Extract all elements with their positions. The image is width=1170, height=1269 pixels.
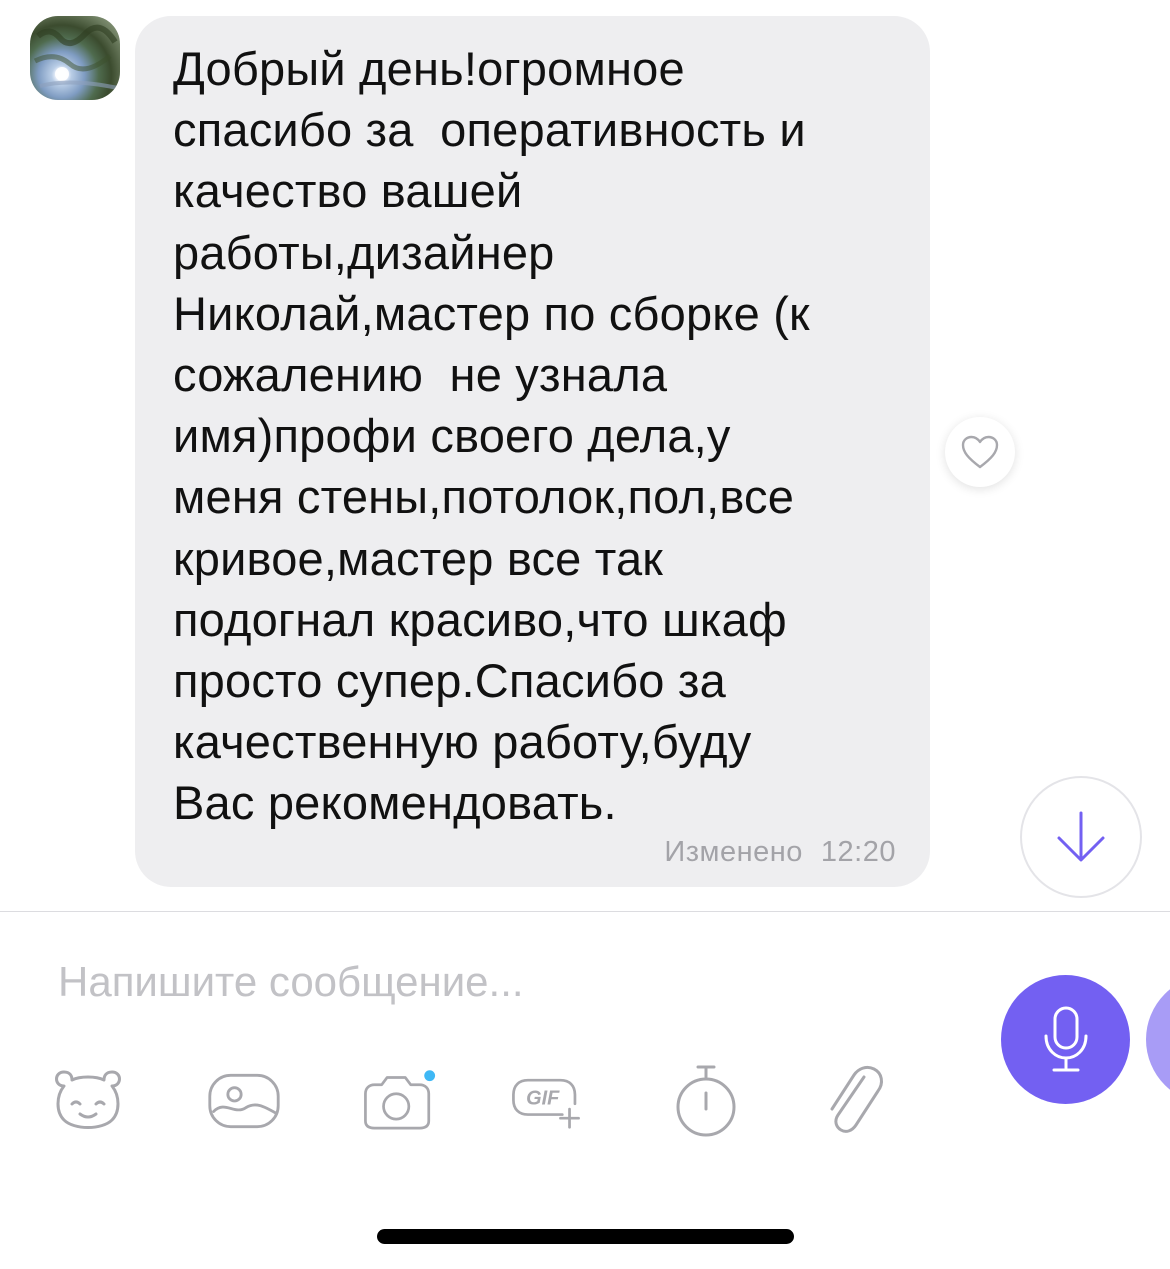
message-meta: Изменено 12:20 bbox=[664, 836, 896, 869]
gallery-icon bbox=[208, 1073, 280, 1129]
message-line: Николай,мастер по сборке (к bbox=[173, 286, 810, 340]
message-line: Добрый день!огромное bbox=[173, 42, 685, 95]
timer-icon bbox=[676, 1065, 736, 1137]
message-bubble[interactable]: Добрый день!огромное спасибо за оператив… bbox=[135, 16, 930, 887]
gif-icon: GIF bbox=[512, 1078, 580, 1129]
home-indicator[interactable] bbox=[377, 1229, 794, 1244]
like-button[interactable] bbox=[945, 417, 1015, 487]
sticker-icon bbox=[55, 1070, 121, 1129]
contact-avatar[interactable] bbox=[30, 16, 120, 100]
gif-label: GIF bbox=[526, 1088, 560, 1110]
microphone-icon bbox=[1044, 1006, 1087, 1071]
message-line: подогнал красиво,что шкаф bbox=[173, 592, 787, 646]
message-line: работы,дизайнер bbox=[173, 225, 555, 279]
gallery-button[interactable] bbox=[206, 1063, 282, 1139]
attachment-button[interactable] bbox=[814, 1063, 890, 1139]
message-time: 12:20 bbox=[820, 836, 896, 868]
heart-icon bbox=[961, 435, 999, 469]
message-line: меня стены,потолок,пол,все bbox=[173, 470, 795, 524]
message-line: имя)профи своего дела,у bbox=[173, 409, 731, 463]
message-line: кривое,мастер все так bbox=[173, 531, 664, 585]
edited-label: Изменено bbox=[664, 836, 803, 868]
sticker-button[interactable] bbox=[50, 1063, 126, 1139]
message-input[interactable] bbox=[58, 950, 918, 1014]
message-line: просто супер.Спасибо за bbox=[173, 654, 726, 708]
message-line: качество вашей bbox=[173, 164, 523, 218]
paperclip-icon bbox=[830, 1065, 883, 1133]
message-line: спасибо за оперативность и bbox=[173, 103, 806, 157]
arrow-down-icon bbox=[1057, 811, 1105, 862]
message-line: качественную работу,буду bbox=[173, 715, 752, 769]
notification-dot bbox=[424, 1070, 436, 1082]
message-line: Вас рекомендовать. bbox=[173, 776, 617, 830]
scroll-down-button[interactable] bbox=[1020, 776, 1142, 898]
timer-button[interactable] bbox=[668, 1063, 744, 1139]
extra-action-button[interactable] bbox=[1146, 975, 1170, 1104]
camera-button[interactable] bbox=[360, 1063, 436, 1139]
composer-divider bbox=[0, 911, 1170, 912]
camera-icon bbox=[364, 1070, 436, 1130]
message-line: сожалению не узнала bbox=[173, 348, 668, 402]
voice-message-button[interactable] bbox=[1001, 975, 1130, 1104]
message-text: Добрый день!огромное спасибо за оператив… bbox=[173, 38, 913, 834]
chat-screen: Добрый день!огромное спасибо за оператив… bbox=[0, 0, 1170, 1269]
gif-button[interactable]: GIF bbox=[508, 1063, 584, 1139]
